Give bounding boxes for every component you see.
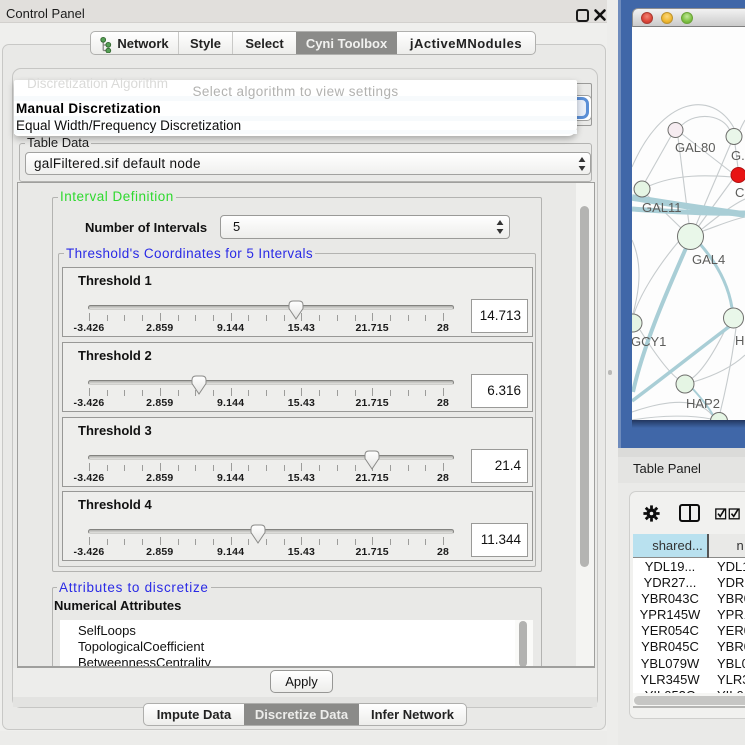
- svg-text:GAL11: GAL11: [642, 200, 682, 215]
- svg-text:GAL80: GAL80: [675, 140, 715, 155]
- svg-text:HAP2: HAP2: [686, 396, 720, 411]
- svg-text:G.: G.: [731, 148, 745, 163]
- svg-text:H: H: [735, 333, 744, 348]
- svg-text:GCY1: GCY1: [632, 334, 666, 349]
- svg-text:GAL4: GAL4: [692, 252, 725, 267]
- svg-text:C: C: [735, 185, 744, 200]
